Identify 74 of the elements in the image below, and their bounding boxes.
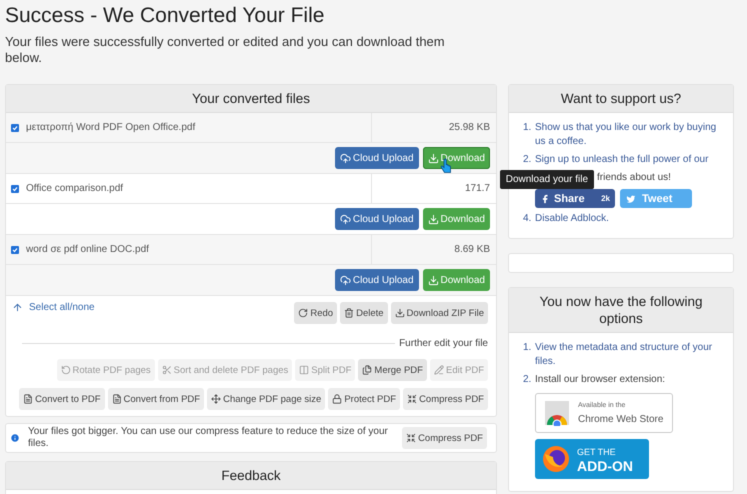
facebook-icon	[540, 194, 550, 204]
tool-button[interactable]: Compress PDF	[403, 388, 488, 410]
document-icon	[112, 394, 122, 404]
list-number: 1.	[523, 121, 532, 135]
support-link[interactable]: View the metadata and structure of your files.	[535, 341, 723, 369]
firefox-addon-badge[interactable]: GET THE ADD-ON	[535, 439, 649, 479]
arrow-up-icon	[12, 302, 23, 313]
cloud-upload-icon	[340, 152, 351, 164]
page-title: Success - We Converted Your File	[5, 4, 326, 28]
tool-button[interactable]: Merge PDF	[358, 359, 427, 381]
cloud-upload-button[interactable]: Cloud Upload	[334, 147, 419, 169]
tool-button[interactable]: Change PDF page size	[207, 388, 326, 410]
support-link[interactable]: Sign up to unleash the full power of our	[535, 153, 723, 167]
file-size: 25.98 KB	[448, 121, 491, 135]
card-title: Your converted files	[6, 85, 496, 113]
file-checkbox[interactable]	[11, 246, 19, 254]
scissors-icon	[162, 365, 172, 375]
action-button[interactable]: Redo	[294, 302, 338, 324]
download-icon	[394, 308, 405, 318]
firefox-logo-icon	[541, 444, 571, 474]
split-columns-icon	[299, 365, 310, 375]
download-icon	[428, 214, 439, 224]
rotate-icon	[60, 365, 71, 375]
info-icon	[10, 433, 20, 443]
cloud-upload-button[interactable]: Cloud Upload	[334, 208, 419, 230]
list-number: 1.	[523, 341, 532, 355]
redo-icon	[298, 308, 308, 318]
cloud-upload-button[interactable]: Cloud Upload	[334, 269, 419, 291]
list-text: friends about us!	[597, 171, 672, 185]
badge-small-text: GET THE	[577, 446, 617, 459]
file-size: 8.69 KB	[453, 243, 491, 257]
list-number: 2.	[523, 153, 532, 167]
chrome-logo-icon	[544, 400, 570, 426]
move-arrows-icon	[211, 394, 222, 404]
file-name: word σε pdf online DOC.pdf	[26, 244, 149, 255]
notice-text: Your files got bigger. You can use our compress feature to reduce the size of your files.	[28, 426, 389, 450]
cloud-upload-icon	[340, 214, 351, 224]
compress-icon	[407, 394, 418, 404]
file-name: Office comparison.pdf	[26, 183, 124, 194]
file-name: μετατροπή Word PDF Open Office.pdf	[26, 122, 196, 133]
compress-button[interactable]: Compress PDF	[402, 427, 487, 449]
compress-icon	[406, 433, 416, 443]
further-edit-label: Further edit your file	[399, 338, 488, 349]
action-button[interactable]: Delete	[340, 302, 388, 324]
trash-icon	[344, 308, 354, 318]
download-icon	[428, 274, 439, 286]
pencil-icon	[434, 365, 444, 375]
document-icon	[23, 394, 34, 404]
support-link[interactable]: Disable Adblock.	[535, 212, 723, 226]
badge-large-text: ADD-ON	[577, 459, 633, 473]
list-number: 2.	[523, 373, 532, 387]
file-checkbox[interactable]	[11, 124, 19, 132]
file-size: 171.7	[464, 182, 491, 196]
bird-icon	[626, 194, 636, 204]
card-title: Feedback	[6, 462, 496, 490]
action-button[interactable]: Download ZIP File	[390, 302, 488, 324]
card-title: You now have the following options	[509, 288, 733, 333]
select-all-link[interactable]: Select all/none	[12, 302, 95, 313]
support-link[interactable]: Show us that you like our work by buying us a coffee.	[535, 121, 723, 149]
list-text: Install our browser extension:	[535, 373, 666, 387]
lock-icon	[332, 394, 342, 404]
tooltip: Download your file	[500, 170, 594, 189]
tool-button[interactable]: Protect PDF	[328, 388, 400, 410]
page-description: Your files were successfully converted or edited and you can download them below.	[5, 34, 445, 66]
file-checkbox[interactable]	[11, 184, 19, 192]
list-number: 4.	[523, 212, 532, 226]
tool-button[interactable]: Convert from PDF	[108, 388, 204, 410]
badge-large-text: Chrome Web Store	[578, 413, 664, 427]
cloud-upload-icon	[340, 274, 351, 286]
facebook-share-button[interactable]: Share 2k	[535, 189, 615, 208]
card-title: Want to support us?	[509, 85, 733, 113]
copy-icon	[362, 365, 372, 375]
download-icon	[428, 152, 439, 164]
tool-button[interactable]: Convert to PDF	[19, 388, 105, 410]
